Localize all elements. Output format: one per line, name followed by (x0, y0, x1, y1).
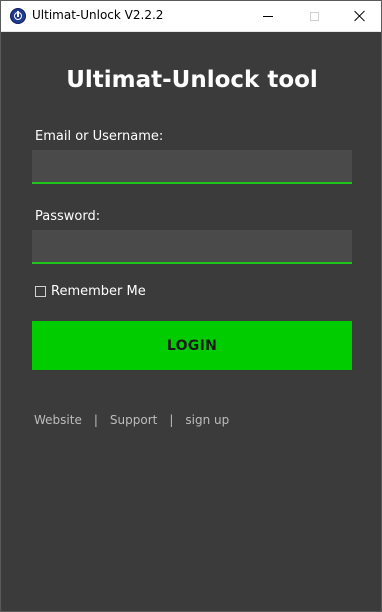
app-logo-icon (10, 8, 26, 24)
support-link[interactable]: Support (110, 413, 157, 427)
remember-me-label[interactable]: Remember Me (51, 284, 146, 299)
close-button[interactable] (337, 1, 382, 31)
link-separator: | (93, 413, 98, 427)
title-bar[interactable]: Ultimat-Unlock V2.2.2 (1, 1, 381, 32)
login-button[interactable]: LOGIN (32, 321, 352, 370)
remember-me[interactable]: Remember Me (35, 284, 146, 299)
footer-links: Website | Support | sign up (34, 413, 229, 427)
maximize-icon (309, 11, 319, 21)
password-field[interactable] (32, 230, 352, 264)
maximize-button[interactable] (291, 1, 337, 31)
window-title: Ultimat-Unlock V2.2.2 (32, 8, 164, 22)
email-field[interactable] (32, 150, 352, 184)
remember-me-checkbox[interactable] (35, 286, 46, 297)
sign-up-link[interactable]: sign up (185, 413, 229, 427)
password-label: Password: (35, 209, 101, 224)
close-icon (354, 10, 366, 22)
minimize-icon (263, 15, 273, 17)
minimize-button[interactable] (245, 1, 291, 31)
email-label: Email or Username: (35, 129, 164, 144)
page-title: Ultimat-Unlock tool (66, 67, 318, 93)
link-separator: | (169, 413, 174, 427)
app-window: Ultimat-Unlock V2.2.2 Ultimat-Unlock too… (0, 0, 382, 612)
website-link[interactable]: Website (34, 413, 82, 427)
